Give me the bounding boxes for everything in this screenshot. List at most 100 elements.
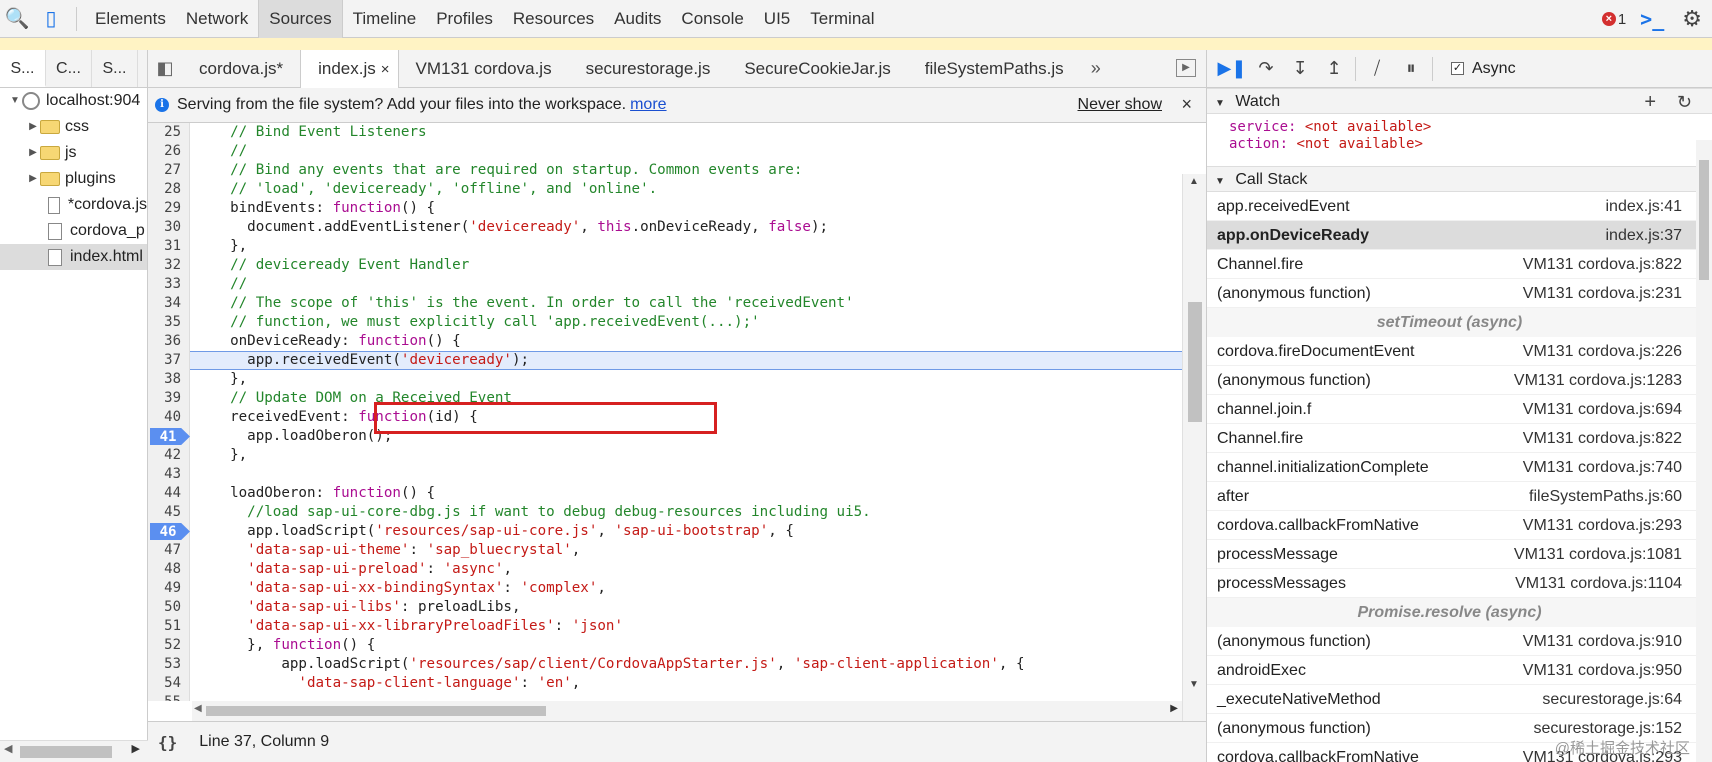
scroll-right-icon[interactable]: ▶ [132,742,140,755]
frame-location[interactable]: index.js:37 [1606,221,1683,250]
navigator-tab[interactable]: S... [92,50,138,87]
code-line[interactable]: 55 [148,693,1206,701]
tree-item[interactable]: ▼ localhost:904 [0,88,147,114]
frame-location[interactable]: VM131 cordova.js:226 [1523,337,1682,366]
call-frame[interactable]: app.receivedEvent index.js:41 [1207,192,1712,221]
callstack-header[interactable]: ▼ Call Stack [1207,166,1712,192]
line-number[interactable]: 30 [148,218,190,237]
code-line[interactable]: 53 app.loadScript('resources/sap/client/… [148,655,1206,674]
pause-on-exceptions-icon[interactable]: ⏸ [1394,50,1428,88]
call-frame[interactable]: (anonymous function) VM131 cordova.js:910 [1207,627,1712,656]
tree-item[interactable]: ▶ css [0,114,147,140]
line-number[interactable]: 51 [148,617,190,636]
line-number[interactable]: 42 [148,446,190,465]
call-frame[interactable]: processMessage VM131 cordova.js:1081 [1207,540,1712,569]
file-tab[interactable]: cordova.js* [182,50,300,88]
code-line[interactable]: 34 // The scope of 'this' is the event. … [148,294,1206,313]
line-number[interactable]: 55 [148,693,190,701]
scroll-left-icon[interactable]: ◀ [194,703,202,714]
call-frame[interactable]: cordova.fireDocumentEvent VM131 cordova.j… [1207,337,1712,366]
code-line[interactable]: 37 app.receivedEvent('deviceready'); [148,351,1206,370]
code-line[interactable]: 43 [148,465,1206,484]
call-frame[interactable]: channel.join.f VM131 cordova.js:694 [1207,395,1712,424]
code-line[interactable]: 32 // deviceready Event Handler [148,256,1206,275]
gear-icon[interactable]: ⚙ [1682,6,1702,32]
call-frame[interactable]: after fileSystemPaths.js:60 [1207,482,1712,511]
frame-location[interactable]: securestorage.js:64 [1542,685,1682,714]
tree-item[interactable]: ▶ plugins [0,166,147,192]
expand-arrow-icon[interactable]: ▼ [8,88,22,114]
tab-timeline[interactable]: Timeline [343,0,427,38]
add-watch-icon[interactable]: + [1644,89,1656,115]
line-number[interactable]: 44 [148,484,190,503]
collapse-arrow-icon[interactable]: ▶ [26,114,40,140]
tree-item[interactable]: index.html [0,244,147,270]
line-number[interactable]: 37 [148,351,190,370]
tab-terminal[interactable]: Terminal [800,0,884,38]
breakpoint-marker[interactable]: 41 [150,428,190,445]
code-line[interactable]: 50 'data-sap-ui-libs': preloadLibs, [148,598,1206,617]
async-checkbox[interactable]: ✓ [1451,62,1464,75]
frame-location[interactable]: VM131 cordova.js:910 [1523,627,1682,656]
frame-location[interactable]: VM131 cordova.js:1104 [1515,569,1682,598]
line-number[interactable]: 50 [148,598,190,617]
resume-icon[interactable]: ▶❚ [1215,50,1249,88]
console-drawer-icon[interactable]: >_ [1640,7,1664,31]
line-number[interactable]: 41 [148,427,190,446]
tab-elements[interactable]: Elements [85,0,176,38]
code-line[interactable]: 49 'data-sap-ui-xx-bindingSyntax': 'comp… [148,579,1206,598]
line-number[interactable]: 28 [148,180,190,199]
watch-header[interactable]: ▼ Watch + ↻ [1207,88,1712,114]
frame-location[interactable]: VM131 cordova.js:822 [1523,424,1682,453]
editor-vscrollbar[interactable]: ▲ ▼ [1182,174,1206,750]
watch-expression[interactable]: action: <not available> [1229,136,1712,153]
frame-location[interactable]: VM131 cordova.js:1283 [1514,366,1682,395]
tab-profiles[interactable]: Profiles [426,0,503,38]
frame-location[interactable]: VM131 cordova.js:822 [1523,250,1682,279]
deactivate-breakpoints-icon[interactable]: ⧸ [1360,50,1394,88]
line-number[interactable]: 39 [148,389,190,408]
line-number[interactable]: 29 [148,199,190,218]
scroll-thumb[interactable] [1699,160,1709,280]
line-number[interactable]: 33 [148,275,190,294]
file-tab[interactable]: SecureCookieJar.js [727,50,907,88]
tree-item[interactable]: *cordova.js [0,192,147,218]
call-frame[interactable]: androidExec VM131 cordova.js:950 [1207,656,1712,685]
file-tab[interactable]: VM131 cordova.js [399,50,569,88]
line-number[interactable]: 25 [148,123,190,142]
file-tab[interactable]: securestorage.js [569,50,728,88]
line-number[interactable]: 38 [148,370,190,389]
scroll-thumb[interactable] [206,706,546,716]
code-line[interactable]: 52 }, function() { [148,636,1206,655]
tab-sources[interactable]: Sources [258,0,343,38]
call-frame[interactable]: processMessages VM131 cordova.js:1104 [1207,569,1712,598]
frame-location[interactable]: VM131 cordova.js:231 [1523,279,1682,308]
call-frame[interactable]: (anonymous function) VM131 cordova.js:128… [1207,366,1712,395]
code-line[interactable]: 35 // function, we must explicitly call … [148,313,1206,332]
line-number[interactable]: 35 [148,313,190,332]
line-number[interactable]: 32 [148,256,190,275]
device-mode-icon[interactable]: ▯ [34,0,68,38]
call-frame[interactable]: channel.initializationComplete VM131 cord… [1207,453,1712,482]
editor-hscrollbar[interactable]: ◀ ▶ [192,701,1182,721]
tab-console[interactable]: Console [671,0,753,38]
line-number[interactable]: 27 [148,161,190,180]
code-line[interactable]: 47 'data-sap-ui-theme': 'sap_bluecrystal… [148,541,1206,560]
toggle-navigator-icon[interactable]: ◧ [148,50,182,88]
tab-network[interactable]: Network [176,0,258,38]
refresh-icon[interactable]: ↻ [1677,89,1692,115]
debugger-vscrollbar[interactable] [1696,140,1712,762]
code-line[interactable]: 25 // Bind Event Listeners [148,123,1206,142]
code-line[interactable]: 44 loadOberon: function() { [148,484,1206,503]
code-line[interactable]: 31 }, [148,237,1206,256]
collapse-arrow-icon[interactable]: ▶ [26,140,40,166]
more-link[interactable]: more [630,96,666,114]
navigator-tab[interactable]: C... [46,50,92,87]
more-tabs-button[interactable]: » [1081,58,1111,79]
line-number[interactable]: 46 [148,522,190,541]
line-number[interactable]: 26 [148,142,190,161]
breakpoint-marker[interactable]: 46 [150,523,190,540]
file-tab[interactable]: index.js × [300,49,399,88]
code-line[interactable]: 54 'data-sap-client-language': 'en', [148,674,1206,693]
step-out-icon[interactable]: ↥ [1317,50,1351,88]
